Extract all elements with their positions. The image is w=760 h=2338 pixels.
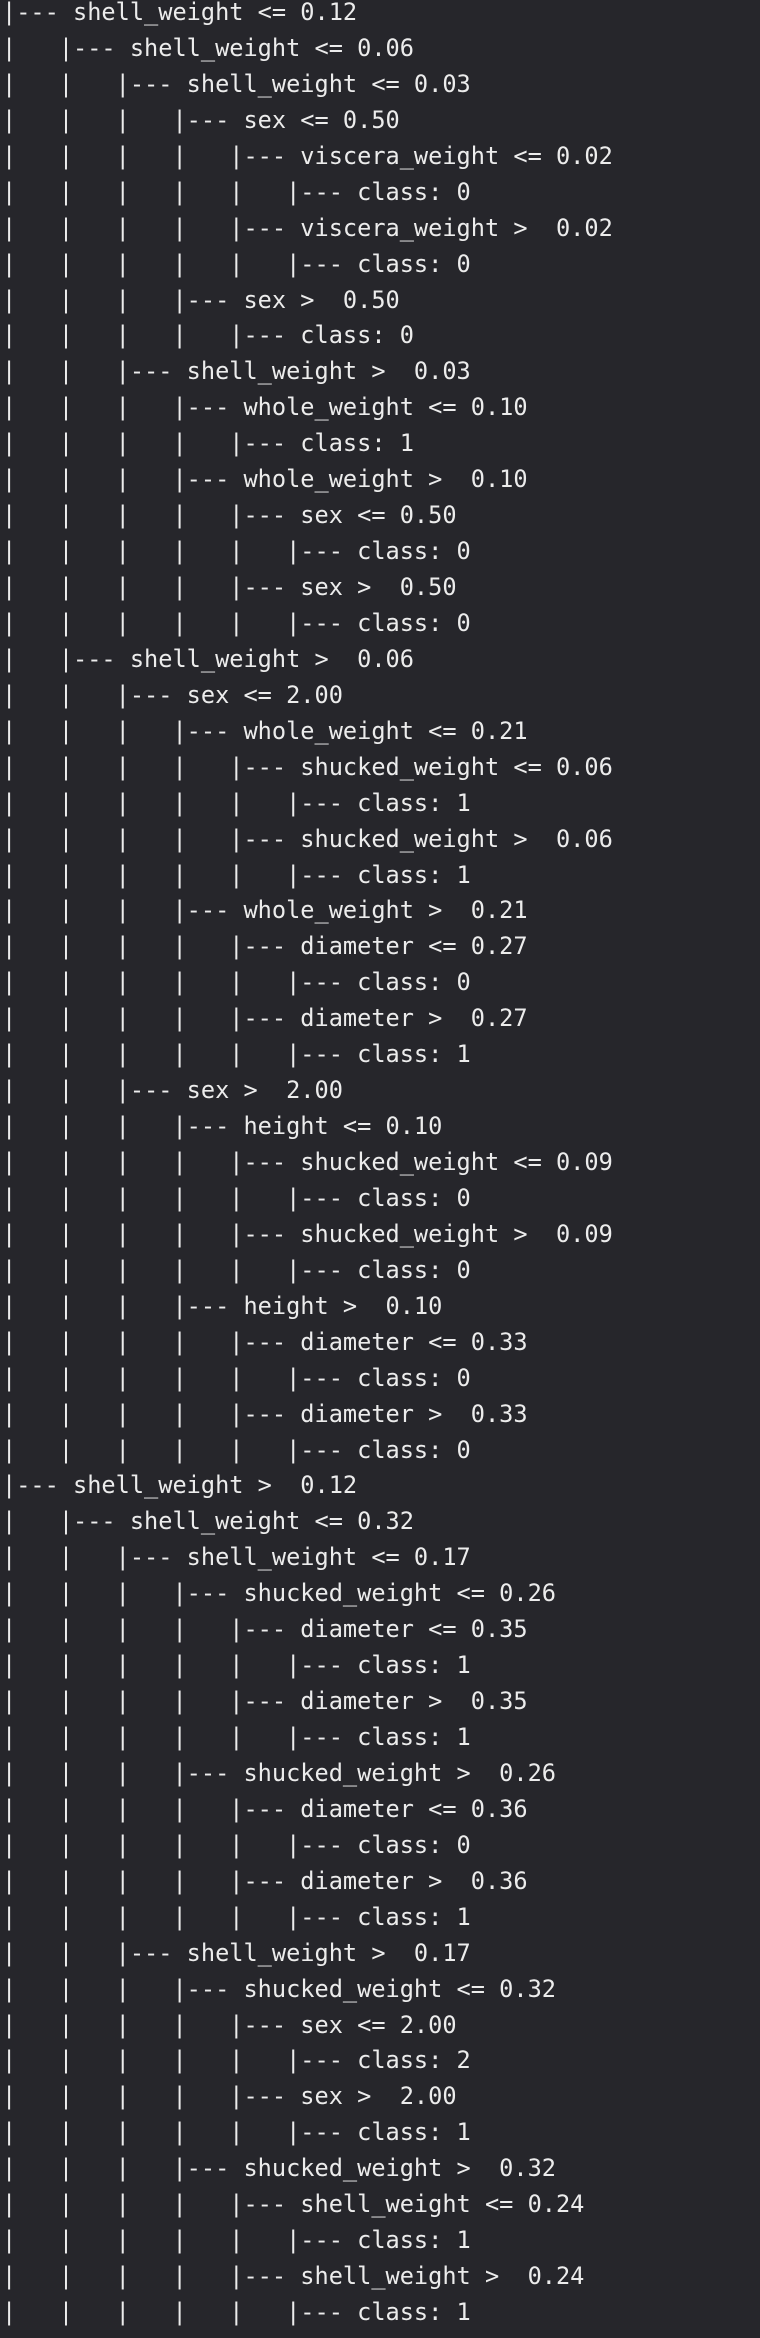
tree-line: | | | | |--- sex <= 0.50 bbox=[2, 501, 457, 530]
tree-line: | | |--- sex > 2.00 bbox=[2, 1076, 343, 1105]
tree-line: | | | | | |--- class: 0 bbox=[2, 537, 471, 566]
tree-line: | | | | | |--- class: 0 bbox=[2, 249, 471, 278]
tree-line: | | | | |--- diameter > 0.33 bbox=[2, 1399, 528, 1428]
tree-line: | | | | |--- class: 0 bbox=[2, 321, 414, 350]
tree-line: | | | | | |--- class: 1 bbox=[2, 788, 471, 817]
tree-line: | | | | |--- diameter > 0.35 bbox=[2, 1687, 528, 1716]
tree-line: | | | | |--- diameter <= 0.35 bbox=[2, 1615, 528, 1644]
tree-line: | | | | |--- shell_weight <= 0.24 bbox=[2, 2190, 585, 2219]
tree-line: | | | | |--- viscera_weight > 0.02 bbox=[2, 213, 613, 242]
tree-line: | | | | |--- diameter > 0.36 bbox=[2, 1866, 528, 1895]
tree-line: | | | | | |--- class: 0 bbox=[2, 1255, 471, 1284]
tree-line: | | | | |--- sex > 2.00 bbox=[2, 2082, 457, 2111]
tree-line: |--- shell_weight <= 0.12 bbox=[2, 0, 358, 26]
tree-line: | | | |--- sex > 0.50 bbox=[2, 285, 400, 314]
tree-line: | | | |--- sex <= 0.50 bbox=[2, 105, 400, 134]
tree-line: | | | | |--- shucked_weight > 0.09 bbox=[2, 1219, 613, 1248]
tree-line: | | | | | |--- class: 1 bbox=[2, 2226, 471, 2255]
tree-line: | | | | |--- sex <= 2.00 bbox=[2, 2010, 457, 2039]
tree-line: | | | | | |--- class: 1 bbox=[2, 1651, 471, 1680]
tree-line: | | | | |--- viscera_weight <= 0.02 bbox=[2, 141, 613, 170]
tree-line: | | | | | |--- class: 1 bbox=[2, 1723, 471, 1751]
tree-line: | | | | | |--- class: 0 bbox=[2, 1435, 471, 1464]
tree-line: | | | |--- whole_weight > 0.21 bbox=[2, 896, 528, 925]
tree-line: | | | | | |--- class: 1 bbox=[2, 860, 471, 889]
tree-line: | | | | |--- sex > 0.50 bbox=[2, 573, 457, 601]
tree-line: | | | | |--- class: 1 bbox=[2, 429, 414, 458]
tree-line: | | | |--- whole_weight <= 0.21 bbox=[2, 716, 528, 745]
tree-line: | | | |--- shucked_weight <= 0.32 bbox=[2, 1974, 556, 2003]
tree-line: | |--- shell_weight <= 0.32 bbox=[2, 1507, 414, 1536]
tree-line: | |--- shell_weight > 0.06 bbox=[2, 644, 414, 673]
tree-line: | |--- shell_weight <= 0.06 bbox=[2, 33, 414, 62]
tree-line: | | | | | |--- class: 0 bbox=[2, 968, 471, 997]
tree-line: | | | | | |--- class: 0 bbox=[2, 177, 471, 206]
tree-line: | | | | | |--- class: 0 bbox=[2, 1363, 471, 1392]
tree-line: | | |--- sex <= 2.00 bbox=[2, 680, 343, 709]
tree-line: | | | | | |--- class: 0 bbox=[2, 1830, 471, 1859]
tree-line: | | | |--- shucked_weight <= 0.26 bbox=[2, 1579, 556, 1608]
tree-line: | | |--- shell_weight <= 0.03 bbox=[2, 69, 471, 98]
tree-line: |--- shell_weight > 0.12 bbox=[2, 1471, 358, 1500]
tree-line: | | | | | |--- class: 0 bbox=[2, 608, 471, 637]
tree-line: | | | |--- whole_weight <= 0.10 bbox=[2, 393, 528, 422]
tree-line: | | | |--- shucked_weight > 0.26 bbox=[2, 1758, 556, 1787]
tree-line: | | | | |--- diameter <= 0.33 bbox=[2, 1327, 528, 1356]
tree-line: | | | | |--- shucked_weight <= 0.09 bbox=[2, 1148, 613, 1176]
tree-line: | | | | |--- shell_weight > 0.24 bbox=[2, 2262, 585, 2291]
tree-line: | | | |--- shucked_weight > 0.32 bbox=[2, 2154, 556, 2183]
tree-line: | | | |--- whole_weight > 0.10 bbox=[2, 465, 528, 494]
tree-line: | | | | | |--- class: 1 bbox=[2, 2298, 471, 2326]
tree-line: | | | | | |--- class: 1 bbox=[2, 1040, 471, 1069]
tree-line: | | | | |--- shucked_weight > 0.06 bbox=[2, 824, 613, 853]
tree-line: | | | | | |--- class: 1 bbox=[2, 1902, 471, 1931]
tree-line: | | | |--- height <= 0.10 bbox=[2, 1112, 443, 1141]
terminal-output: |--- shell_weight <= 0.12 | |--- shell_w… bbox=[0, 0, 760, 2338]
tree-line: | | |--- shell_weight > 0.03 bbox=[2, 357, 471, 386]
tree-line: | | | | | |--- class: 1 bbox=[2, 2118, 471, 2147]
tree-line: | | | | |--- diameter > 0.27 bbox=[2, 1004, 528, 1033]
tree-line: | | | |--- height > 0.10 bbox=[2, 1291, 443, 1320]
tree-line: | | |--- shell_weight > 0.17 bbox=[2, 1938, 471, 1967]
tree-line: | | | | |--- shucked_weight <= 0.06 bbox=[2, 752, 613, 781]
tree-line: | | | | |--- diameter <= 0.36 bbox=[2, 1794, 528, 1823]
tree-line: | | | | | |--- class: 0 bbox=[2, 1183, 471, 1212]
tree-line: | | | | | |--- class: 2 bbox=[2, 2046, 471, 2075]
tree-line: | | | | |--- diameter <= 0.27 bbox=[2, 932, 528, 961]
tree-line: | | |--- shell_weight <= 0.17 bbox=[2, 1543, 471, 1572]
